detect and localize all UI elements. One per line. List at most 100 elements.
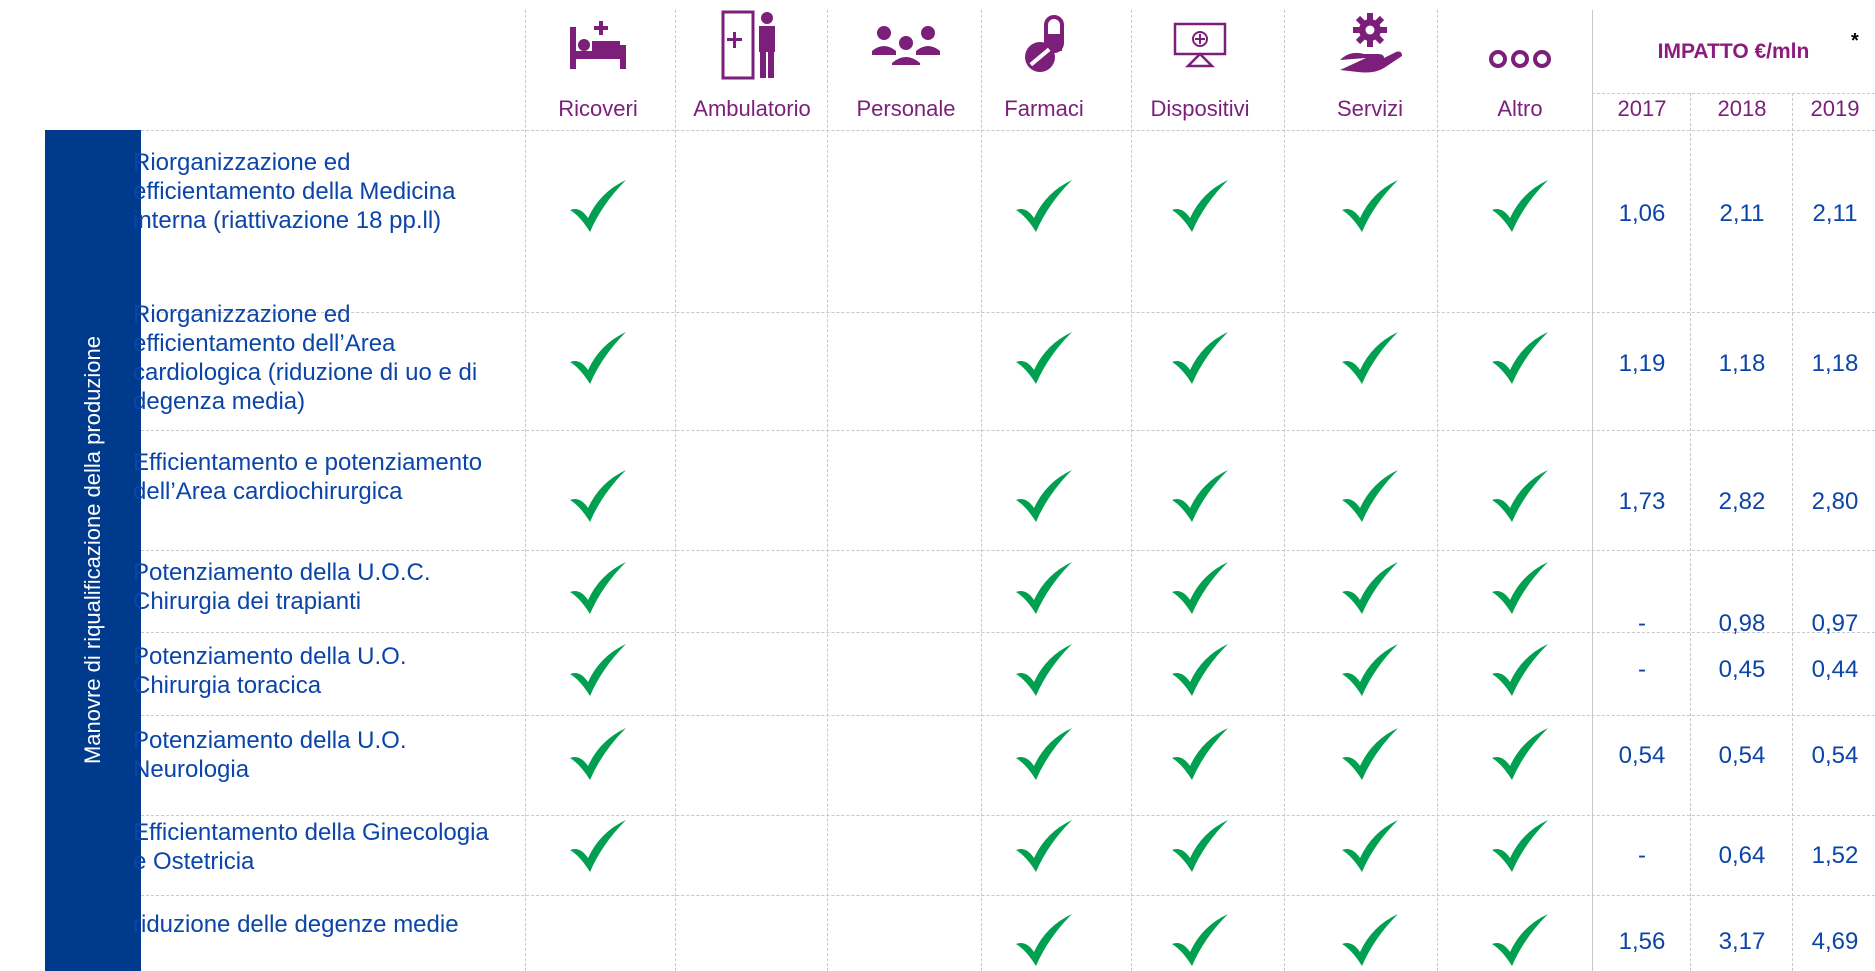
impact-value-2019: 0,97 (1811, 610, 1859, 637)
checkmark-icon (566, 818, 630, 876)
checkmark-icon (1168, 818, 1232, 876)
checkmark-icon (1488, 818, 1552, 876)
row-label: Riorganizzazione ed efficientamento dell… (133, 149, 456, 234)
impact-value-2019: 1,52 (1811, 842, 1859, 869)
row-label: Potenziamento della U.O. Chirurgia torac… (133, 643, 407, 699)
checkmark-icon (1012, 178, 1076, 236)
checkmark-icon (1168, 642, 1232, 700)
checkmark-icon (1012, 818, 1076, 876)
checkmark-icon (1338, 642, 1402, 700)
staff-people-icon (831, 10, 981, 80)
outpatient-door-icon (677, 10, 827, 80)
side-label-text: Manovre di riqualificazione della produz… (80, 335, 105, 765)
impact-value-2018: 0,64 (1718, 842, 1766, 869)
column-header-dispositivi: Dispositivi (1150, 96, 1250, 121)
impact-value-2019: 1,18 (1811, 350, 1859, 377)
row-divider (141, 550, 1875, 551)
checkmark-icon (1012, 468, 1076, 526)
checkmark-icon (1168, 912, 1232, 970)
impact-value-2017: - (1638, 842, 1646, 869)
impact-value-2018: 0,98 (1718, 610, 1766, 637)
row-label: Efficientamento e potenziamento dell’Are… (133, 449, 483, 505)
checkmark-icon (566, 330, 630, 388)
row-label: Potenziamento della U.O.C. Chirurgia dei… (133, 559, 431, 615)
checkmark-icon (1168, 178, 1232, 236)
hospital-bed-icon (523, 10, 673, 80)
checkmark-icon (1338, 178, 1402, 236)
impact-value-2017: 1,06 (1618, 200, 1666, 227)
checkmark-icon (1168, 468, 1232, 526)
column-divider (1131, 10, 1132, 971)
service-gear-hand-icon (1295, 10, 1445, 80)
checkmark-icon (566, 726, 630, 784)
impact-value-2018: 3,17 (1718, 928, 1766, 955)
impact-value-2019: 2,11 (1812, 200, 1858, 227)
column-header-servizi: Servizi (1336, 96, 1403, 121)
impact-value-2019: 0,54 (1811, 742, 1859, 769)
monitor-device-icon (1125, 10, 1275, 80)
impact-title: IMPATTO €/mln (1657, 40, 1810, 63)
checkmark-icon (1012, 642, 1076, 700)
checkmark-icon (1338, 560, 1402, 618)
year-header-2019: 2019 (1810, 96, 1860, 121)
checkmark-icon (1338, 330, 1402, 388)
pills-icon (969, 10, 1119, 80)
impact-value-2018: 2,82 (1718, 488, 1766, 515)
column-divider (1284, 10, 1285, 971)
row-divider (141, 430, 1875, 431)
impact-divider (1592, 93, 1875, 94)
checkmark-icon (1488, 642, 1552, 700)
checkmark-icon (1338, 468, 1402, 526)
impact-value-2017: - (1638, 610, 1646, 637)
column-header-ambulatorio: Ambulatorio (693, 96, 811, 121)
more-dots-icon (1445, 24, 1595, 94)
column-header-farmaci: Farmaci (1004, 96, 1084, 121)
impact-value-2018: 2,11 (1719, 200, 1765, 227)
row-label: riduzione delle degenze medie (133, 911, 459, 938)
column-divider (981, 10, 982, 971)
row-label: Potenziamento della U.O. Neurologia (133, 727, 407, 783)
checkmark-icon (1012, 726, 1076, 784)
impact-value-2018: 0,45 (1718, 656, 1766, 683)
column-divider (675, 10, 676, 971)
checkmark-icon (566, 560, 630, 618)
checkmark-icon (1168, 726, 1232, 784)
row-divider (141, 815, 1875, 816)
column-header-personale: Personale (856, 96, 956, 121)
checkmark-icon (1488, 178, 1552, 236)
column-header-altro: Altro (1497, 96, 1543, 121)
checkmark-icon (1012, 330, 1076, 388)
checkmark-icon (1488, 468, 1552, 526)
row-divider (141, 895, 1875, 896)
impact-value-2017: 1,73 (1618, 488, 1666, 515)
checkmark-icon (1168, 560, 1232, 618)
impact-value-2017: 0,54 (1618, 742, 1666, 769)
year-header-2017: 2017 (1617, 96, 1667, 121)
impact-asterisk: * (1851, 30, 1859, 52)
impact-value-2018: 1,18 (1718, 350, 1766, 377)
checkmark-icon (1488, 560, 1552, 618)
checkmark-icon (1488, 330, 1552, 388)
impact-value-2017: 1,19 (1618, 350, 1666, 377)
row-divider (141, 715, 1875, 716)
column-divider (525, 10, 526, 971)
impact-value-2018: 0,54 (1718, 742, 1766, 769)
column-divider (1437, 10, 1438, 971)
checkmark-icon (1338, 912, 1402, 970)
checkmark-icon (1012, 912, 1076, 970)
row-label: Riorganizzazione ed efficientamento dell… (133, 301, 478, 415)
checkmark-icon (566, 642, 630, 700)
checkmark-icon (1488, 912, 1552, 970)
row-label: Efficientamento della Ginecologia e Oste… (133, 819, 489, 875)
checkmark-icon (1338, 726, 1402, 784)
column-divider (827, 10, 828, 971)
checkmark-icon (566, 178, 630, 236)
checkmark-icon (1168, 330, 1232, 388)
impact-value-2017: - (1638, 656, 1646, 683)
impact-value-2019: 0,44 (1811, 656, 1859, 683)
checkmark-icon (1488, 726, 1552, 784)
row-divider (141, 130, 1875, 131)
year-header-2018: 2018 (1717, 96, 1767, 121)
impact-value-2019: 4,69 (1811, 928, 1859, 955)
column-header-ricoveri: Ricoveri (558, 96, 638, 121)
